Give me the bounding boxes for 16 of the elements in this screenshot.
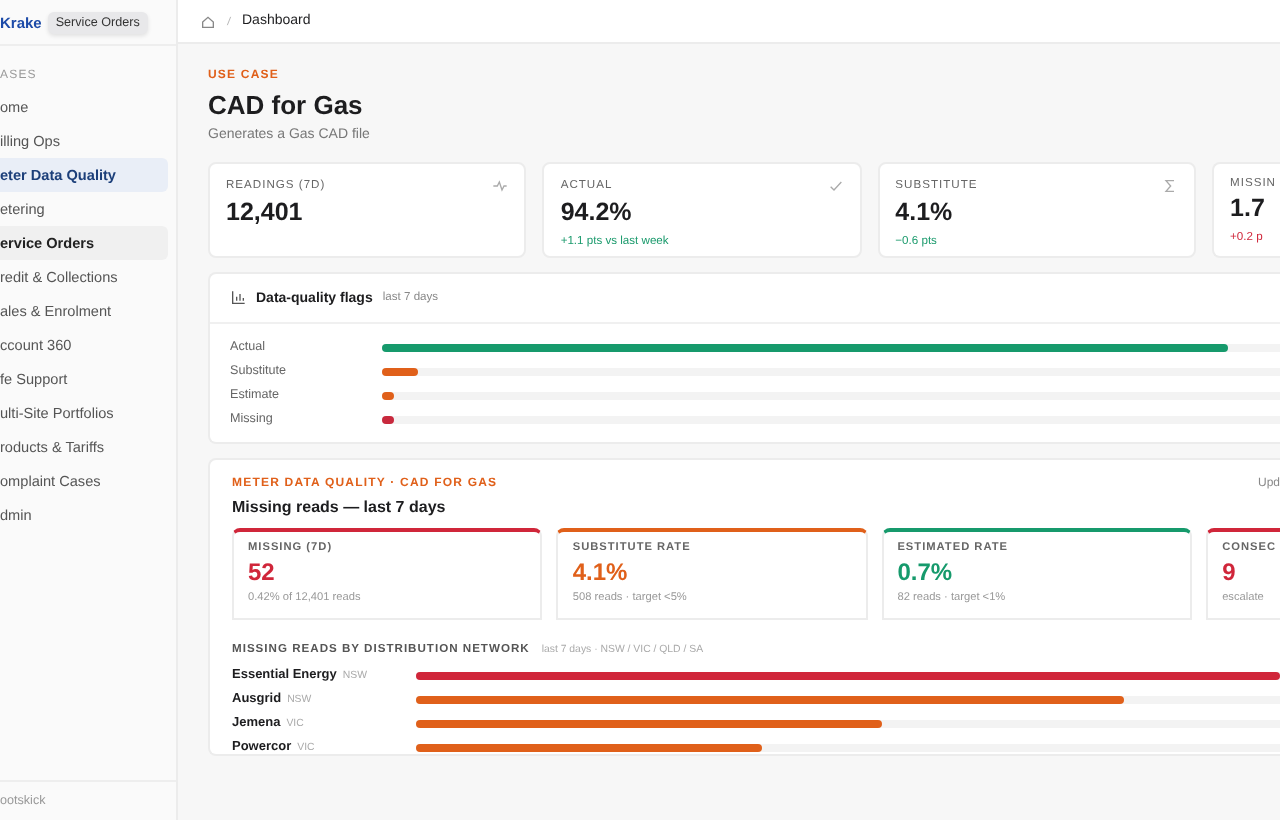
kpi-value: 12,401 [226,198,305,226]
bar-chart-icon [230,290,246,306]
pulse-icon [492,178,509,194]
separator-icon [224,14,234,28]
kpi-value: 4.1% [895,198,955,226]
kpi-value: 94.2% [560,198,634,226]
stat-value: 9 [1222,558,1238,586]
sigma-icon [1162,178,1179,194]
check-icon [827,178,844,194]
home-icon [200,13,216,29]
card-title: Missing reads — last 7 days [232,498,448,516]
stat-value: 52 [248,558,277,586]
stat-value: 0.7% [897,558,955,586]
stat-value: 4.1% [572,558,630,586]
kpi-value: 1.7 [1230,194,1267,222]
page-title: CAD for Gas [208,90,365,120]
